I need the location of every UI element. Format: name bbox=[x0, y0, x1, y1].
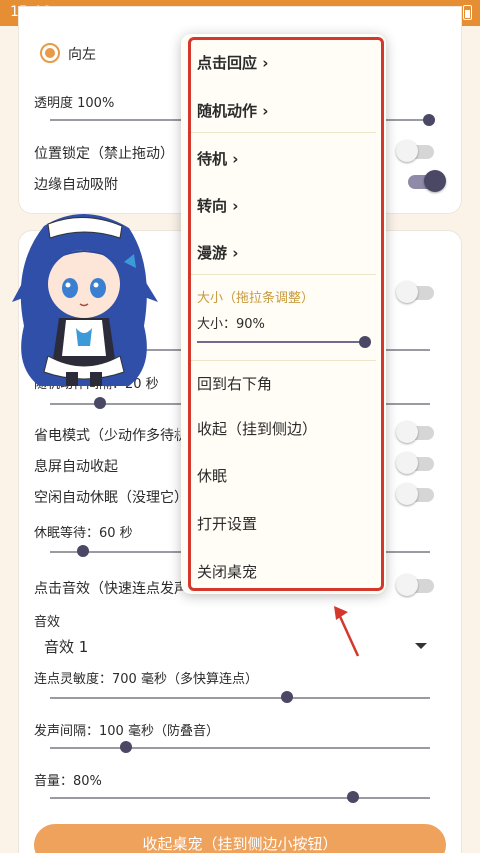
sound-interval-label: 发声间隔：100 毫秒（防叠音） bbox=[34, 724, 219, 739]
opacity-slider-thumb[interactable] bbox=[423, 114, 435, 126]
battery-icon bbox=[463, 5, 472, 20]
menu-divider bbox=[190, 132, 376, 133]
menu-item-roam[interactable]: 漫游 › bbox=[197, 242, 238, 263]
menu-item-sleep[interactable]: 休眠 bbox=[197, 465, 227, 486]
screen-off-collapse-label: 息屏自动收起 bbox=[34, 459, 118, 475]
submenu-arrow-icon: › bbox=[262, 54, 269, 72]
click-sensitivity-slider-track[interactable] bbox=[50, 697, 430, 699]
menu-item-random-action[interactable]: 随机动作 › bbox=[197, 100, 268, 121]
sleep-wait-label: 休眠等待：60 秒 bbox=[34, 526, 133, 541]
direction-left-radio[interactable] bbox=[40, 43, 60, 63]
dropdown-arrow-icon bbox=[415, 643, 427, 649]
menu-item-collapse[interactable]: 收起（挂到侧边） bbox=[197, 418, 317, 439]
submenu-arrow-icon: › bbox=[232, 150, 239, 168]
sound-label: 音效 bbox=[34, 615, 61, 630]
opacity-label: 透明度 100% bbox=[34, 96, 115, 111]
desktop-pet-mascot[interactable] bbox=[4, 206, 164, 392]
collapse-pet-button[interactable]: 收起桌宠（挂到侧边小按钮） bbox=[34, 824, 446, 853]
click-sensitivity-label: 连点灵敏度：700 毫秒（多快算连点） bbox=[34, 672, 258, 687]
idle-sleep-label: 空闲自动休眠（没理它） bbox=[34, 490, 188, 506]
menu-divider bbox=[190, 274, 376, 275]
submenu-arrow-icon: › bbox=[262, 102, 269, 120]
menu-item-close-pet[interactable]: 关闭桌宠 bbox=[197, 561, 257, 582]
click-sound-switch[interactable] bbox=[396, 574, 434, 596]
random-interval-slider-thumb[interactable] bbox=[94, 397, 106, 409]
menu-item-turn[interactable]: 转向 › bbox=[197, 195, 238, 216]
direction-left-label: 向左 bbox=[68, 47, 96, 63]
volume-label: 音量：80% bbox=[34, 774, 102, 789]
volume-slider-track[interactable] bbox=[50, 797, 430, 799]
annotation-arrow-icon bbox=[334, 606, 360, 657]
volume-slider-thumb[interactable] bbox=[347, 791, 359, 803]
position-lock-label: 位置锁定（禁止拖动） bbox=[34, 146, 174, 162]
sound-interval-slider-thumb[interactable] bbox=[120, 741, 132, 753]
position-lock-switch[interactable] bbox=[396, 140, 434, 162]
sound-select-value: 音效 1 bbox=[44, 638, 89, 656]
sleep-wait-slider-thumb[interactable] bbox=[77, 545, 89, 557]
menu-item-open-settings[interactable]: 打开设置 bbox=[197, 513, 257, 534]
menu-item-idle[interactable]: 待机 › bbox=[197, 148, 238, 169]
idle-sleep-switch[interactable] bbox=[396, 483, 434, 505]
menu-size-title: 大小（拖拉条调整） bbox=[197, 291, 315, 306]
screen-off-collapse-switch[interactable] bbox=[396, 452, 434, 474]
menu-divider bbox=[190, 360, 376, 361]
submenu-arrow-icon: › bbox=[232, 244, 239, 262]
sound-interval-slider-track[interactable] bbox=[50, 747, 430, 749]
edge-snap-switch[interactable] bbox=[408, 170, 446, 192]
menu-size-value: 大小：90% bbox=[197, 317, 265, 332]
click-sound-label: 点击音效（快速连点发声） bbox=[34, 581, 202, 597]
menu-item-click-response[interactable]: 点击回应 › bbox=[197, 52, 268, 73]
hidden-setting-switch[interactable] bbox=[396, 281, 434, 303]
menu-size-slider-thumb[interactable] bbox=[359, 336, 371, 348]
power-save-switch[interactable] bbox=[396, 421, 434, 443]
edge-snap-label: 边缘自动吸附 bbox=[34, 177, 118, 193]
submenu-arrow-icon: › bbox=[232, 197, 239, 215]
menu-item-return-corner[interactable]: 回到右下角 bbox=[197, 373, 272, 394]
click-sensitivity-slider-thumb[interactable] bbox=[281, 691, 293, 703]
sound-select[interactable]: 音效 1 bbox=[34, 630, 434, 660]
menu-size-slider-track[interactable] bbox=[197, 341, 365, 343]
